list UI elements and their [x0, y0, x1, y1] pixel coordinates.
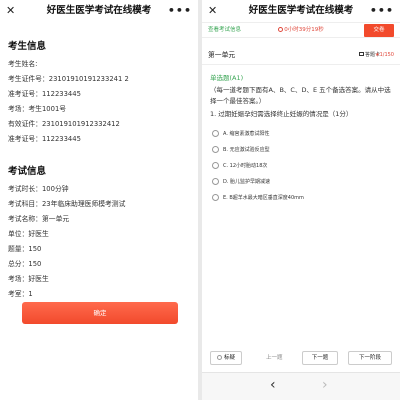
option-c[interactable]: C. 12小时胎动18次 [212, 158, 400, 174]
exam-duration: 考试时长：100分钟 [8, 185, 69, 193]
option-b[interactable]: B. 无应激试验反应型 [212, 142, 400, 158]
candidate-name: 考生姓名: [8, 60, 38, 68]
radio-icon [212, 193, 219, 201]
question-count: 题量：150 [8, 245, 42, 253]
view-exam-info-link[interactable]: 查看考试信息 [208, 23, 241, 38]
option-label: E. B超羊水最大暗区垂直深度40mm [223, 195, 304, 201]
admission-number: 准考证号：112233445 [8, 90, 81, 98]
countdown-timer: 0小时39分19秒 [262, 23, 340, 38]
title-bar: ✕ 好医生医学考试在线模考 ••• [0, 0, 198, 22]
timer-text: 0小时39分19秒 [284, 27, 324, 33]
more-icon[interactable]: ••• [168, 0, 192, 22]
exam-toolbar: 查看考试信息 0小时39分19秒 交卷 [202, 22, 400, 38]
option-label: C. 12小时胎动18次 [223, 163, 268, 169]
exam-info-heading: 考试信息 [8, 166, 47, 177]
option-label: B. 无应激试验反应型 [223, 147, 270, 153]
valid-id: 有效证件：231019101912332412 [8, 120, 120, 128]
total-score: 总分：150 [8, 260, 42, 268]
candidate-info-heading: 考生信息 [8, 41, 47, 52]
exam-unit: 单位：好医生 [8, 230, 49, 238]
browser-bottom-bar: ‹ › [202, 372, 400, 400]
more-icon[interactable]: ••• [370, 0, 394, 22]
mark-icon [216, 354, 222, 360]
option-a[interactable]: A. 缩宫素激惹试阳性 [212, 126, 400, 142]
prev-question-button[interactable]: 上一题 [266, 351, 283, 365]
exam-question-panel: ✕ 好医生医学考试在线模考 ••• 查看考试信息 0小时39分19秒 交卷 第一… [202, 0, 400, 400]
option-label: A. 缩宫素激惹试阳性 [223, 131, 270, 137]
question-type: 单选题(A1) [210, 74, 244, 82]
divider-line [202, 64, 400, 65]
unit-name: 第一单元 [208, 51, 236, 59]
radio-icon [212, 177, 219, 185]
answer-card-icon [358, 52, 364, 56]
option-label: D. 胎儿监护早期减速 [223, 179, 271, 185]
confirm-button[interactable]: 确定 [22, 302, 178, 324]
submit-exam-button[interactable]: 交卷 [364, 24, 394, 37]
exam-name: 考试名称：第一单元 [8, 215, 70, 223]
mark-doubt-button[interactable]: 标疑 [210, 351, 242, 365]
next-question-button[interactable]: 下一题 [302, 351, 338, 365]
radio-icon [212, 129, 219, 137]
admission-number-2: 准考证号：112233445 [8, 135, 81, 143]
forward-arrow-icon[interactable]: › [322, 377, 328, 393]
unit-row: 第一单元 答题卡 ★1/150 [202, 46, 400, 64]
mark-label: 标疑 [223, 355, 235, 361]
title-bar: ✕ 好医生医学考试在线模考 ••• [202, 0, 400, 22]
close-icon[interactable]: ✕ [208, 0, 217, 22]
radio-icon [212, 145, 219, 153]
option-d[interactable]: D. 胎儿监护早期减速 [212, 174, 400, 190]
next-stage-button[interactable]: 下一阶段 [348, 351, 392, 365]
exam-info-panel: ✕ 好医生医学考试在线模考 ••• 考生信息 考生姓名: 考生证件号：23101… [0, 0, 198, 400]
option-e[interactable]: E. B超羊水最大暗区垂直深度40mm [212, 190, 400, 206]
exam-venue: 考场：好医生 [8, 275, 49, 283]
exam-subject: 考试科目：23年临床助理医师模考测试 [8, 200, 126, 208]
candidate-room: 考场：考生1001号 [8, 105, 67, 113]
close-icon[interactable]: ✕ [6, 0, 15, 22]
page-title: 好医生医学考试在线模考 [46, 5, 152, 16]
clock-icon [278, 26, 284, 32]
exam-room: 考室：1 [8, 290, 33, 298]
question-progress: ★1/150 [375, 52, 394, 58]
question-navigation: 标疑 上一题 下一题 下一阶段 [202, 348, 400, 368]
page-title: 好医生医学考试在线模考 [248, 5, 354, 16]
question-stem: 1. 过期妊娠孕妇需选择终止妊娠的情况是（1分） [210, 110, 353, 118]
question-instructions: （每一道考题下面有A、B、C、D、E 五个备选答案。请从中选择一个最佳答案。） [210, 86, 391, 105]
back-arrow-icon[interactable]: ‹ [270, 377, 276, 393]
candidate-id-number: 考生证件号：23101910191233241 2 [8, 75, 129, 83]
radio-icon [212, 161, 219, 169]
